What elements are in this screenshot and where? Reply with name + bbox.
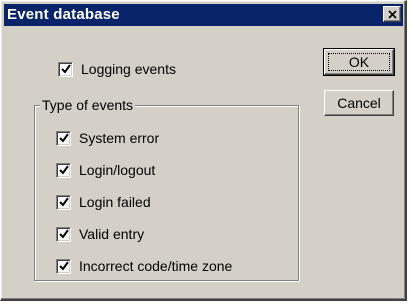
- check-icon: [58, 261, 69, 271]
- event-type-login-logout[interactable]: Login/logout: [56, 162, 155, 178]
- close-icon: [387, 8, 397, 21]
- cancel-button[interactable]: Cancel: [324, 90, 394, 116]
- valid-entry-checkbox[interactable]: [56, 226, 71, 242]
- incorrect-code-label: Incorrect code/time zone: [79, 258, 233, 274]
- title-bar[interactable]: Event database: [4, 4, 403, 26]
- check-icon: [60, 64, 71, 74]
- type-of-events-label: Type of events: [40, 97, 136, 113]
- login-logout-label: Login/logout: [79, 162, 156, 178]
- check-icon: [58, 165, 69, 175]
- close-button[interactable]: [383, 6, 401, 22]
- event-type-incorrect-code[interactable]: Incorrect code/time zone: [56, 258, 232, 274]
- check-icon: [58, 229, 69, 239]
- logging-events-label: Logging events: [81, 61, 176, 77]
- check-icon: [58, 197, 69, 207]
- login-failed-checkbox[interactable]: [56, 194, 71, 210]
- event-database-dialog: Event database Logging events Type of ev…: [0, 0, 407, 301]
- valid-entry-label: Valid entry: [79, 226, 145, 242]
- logging-events-row[interactable]: Logging events: [58, 61, 176, 77]
- window-title: Event database: [7, 6, 120, 23]
- event-type-valid-entry[interactable]: Valid entry: [56, 226, 144, 242]
- system-error-checkbox[interactable]: [56, 130, 71, 146]
- ok-button[interactable]: OK: [323, 48, 395, 76]
- login-failed-label: Login failed: [79, 194, 151, 210]
- event-type-login-failed[interactable]: Login failed: [56, 194, 151, 210]
- login-logout-checkbox[interactable]: [56, 162, 71, 178]
- incorrect-code-checkbox[interactable]: [56, 258, 71, 274]
- system-error-label: System error: [79, 130, 160, 146]
- check-icon: [58, 133, 69, 143]
- event-type-system-error[interactable]: System error: [56, 130, 159, 146]
- logging-events-checkbox[interactable]: [58, 61, 73, 77]
